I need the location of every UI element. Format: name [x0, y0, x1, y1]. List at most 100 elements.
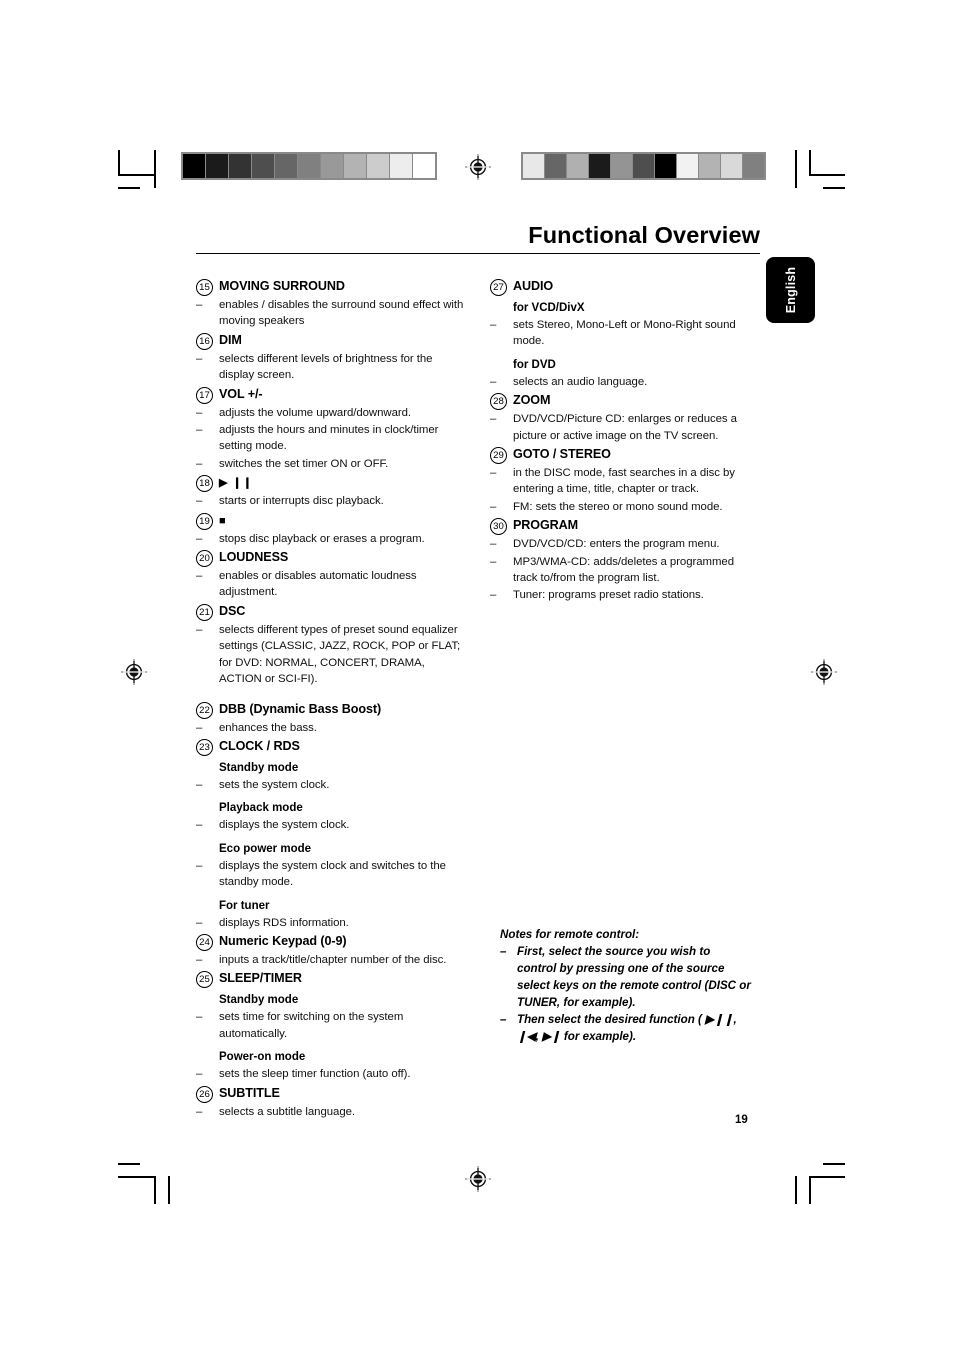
grayscale-swatch — [206, 154, 228, 178]
function-name: AUDIO — [513, 279, 554, 293]
grayscale-swatch — [655, 154, 676, 178]
dash-bullet: – — [196, 1011, 203, 1024]
description-text: sets the system clock. — [219, 778, 330, 791]
function-entry: 30 PROGRAM – DVD/VCD/CD: enters the program… — [490, 517, 760, 604]
description-row: – displays RDS information. — [196, 915, 466, 931]
grayscale-swatch — [344, 154, 366, 178]
description-row: – enables / disables the surround sound e… — [196, 297, 466, 330]
function-entry: 22 DBB (Dynamic Bass Boost) – enhances the … — [196, 701, 466, 736]
right-column: 27 AUDIO for VCD/DivX – sets Stereo, Mono-Le… — [490, 276, 760, 604]
function-entry-header: 23 CLOCK / RDS — [196, 738, 466, 756]
item-number-badge: 19 — [196, 512, 213, 530]
description-row: – DVD/VCD/Picture CD: enlarges or reduces… — [490, 411, 760, 444]
description-row: – adjusts the volume upward/downward. — [196, 405, 466, 421]
notes-title: Notes for remote control: — [500, 928, 640, 941]
description-text: selects an audio language. — [513, 375, 648, 388]
function-name: Numeric Keypad (0-9) — [219, 933, 347, 948]
function-name: GOTO / STEREO — [513, 447, 611, 462]
sub-mode-heading: for VCD/DivX — [513, 302, 585, 314]
grayscale-swatch — [252, 154, 274, 178]
grayscale-swatch — [545, 154, 566, 178]
function-entry: 20 LOUDNESS – enables or disables automatic… — [196, 549, 466, 601]
item-number-badge: 15 — [196, 279, 213, 296]
description-text: displays the system clock and switches t… — [219, 859, 446, 889]
dash-bullet: – — [196, 457, 203, 470]
crop-mark-top-left — [118, 150, 168, 190]
function-entry-header: 26 SUBTITLE — [196, 1085, 466, 1103]
item-number-badge: 24 — [196, 933, 213, 951]
description-text: displays the system clock. — [219, 819, 350, 832]
item-number-badge: 21 — [196, 603, 213, 621]
grayscale-swatch — [321, 154, 343, 178]
description-text: enables or disables automatic loudness a… — [219, 570, 417, 599]
function-entry-header: 29 GOTO / STEREO — [490, 446, 760, 465]
dash-bullet: – — [490, 375, 497, 388]
description-text: enables / disables the surround sound ef… — [219, 299, 464, 328]
function-name: SLEEP/TIMER — [219, 971, 302, 986]
description-text: MP3/WMA-CD: adds/deletes a programmed tr… — [513, 555, 734, 585]
function-entry-header: 30 PROGRAM — [490, 517, 760, 536]
crop-mark-bottom-right — [795, 1163, 845, 1208]
function-entry-header: 16 DIM — [196, 332, 466, 350]
notes-for-remote-control: Notes for remote control: – First, select … — [500, 926, 752, 1045]
dash-bullet: – — [196, 778, 203, 791]
description-row: – sets the system clock. — [196, 777, 466, 793]
grayscale-swatch — [721, 154, 742, 178]
description-row: – Tuner: programs preset radio stations. — [490, 587, 760, 603]
grayscale-swatch — [183, 154, 205, 178]
function-entry: 15 MOVING SURROUND – enables / disables the… — [196, 278, 466, 330]
sub-mode-heading: for DVD — [513, 358, 556, 371]
description-text: sets Stereo, Mono-Left or Mono-Right sou… — [513, 319, 736, 348]
dash-bullet: – — [490, 319, 497, 331]
description-row: – selects a subtitle language. — [196, 1104, 466, 1120]
dash-bullet: – — [196, 532, 203, 545]
function-entry-header: 20 LOUDNESS — [196, 549, 466, 568]
function-entry-header: 24 Numeric Keypad (0-9) — [196, 933, 466, 951]
function-entry-header: 19 ■ — [196, 512, 466, 530]
dash-bullet: – — [196, 859, 203, 872]
item-number-badge: 17 — [196, 386, 213, 404]
play-pause-icon: ▶ ❙❙ — [219, 477, 253, 490]
grayscale-swatch — [633, 154, 654, 178]
function-entry: 21 DSC – selects different types of preset … — [196, 603, 466, 688]
function-name: ZOOM — [513, 393, 551, 408]
registration-target-bottom — [465, 1166, 491, 1192]
description-row: – sets time for switching on the system a… — [196, 1009, 466, 1042]
sub-mode-heading: Power-on mode — [219, 1051, 306, 1064]
function-name: DSC — [219, 603, 246, 618]
description-row: – selects different levels of brightness … — [196, 351, 466, 384]
grayscale-wedge-left — [181, 152, 437, 180]
function-entry: 19 ■ – stops disc playback or erases a prog… — [196, 512, 466, 547]
dash-bullet: – — [490, 500, 497, 513]
function-name: CLOCK / RDS — [219, 738, 300, 753]
description-row: – sets Stereo, Mono-Left or Mono-Right so… — [490, 317, 760, 350]
function-name: SUBTITLE — [219, 1085, 280, 1100]
description-text: inputs a track/title/chapter number of t… — [219, 953, 447, 966]
grayscale-swatch — [699, 154, 720, 178]
function-entry-header: 18 ▶ ❙❙ — [196, 474, 466, 493]
function-entry-header: 15 MOVING SURROUND — [196, 278, 466, 296]
description-text: selects different types of preset sound … — [219, 623, 461, 686]
sub-mode-heading: Standby mode — [219, 761, 299, 774]
sub-mode-heading: Playback mode — [219, 802, 303, 815]
dash-bullet: – — [196, 495, 203, 508]
description-text: adjusts the volume upward/downward. — [219, 406, 411, 419]
function-entry-header: 27 AUDIO — [490, 278, 760, 296]
function-name: DBB (Dynamic Bass Boost) — [219, 701, 382, 716]
item-number-badge: 20 — [196, 550, 213, 568]
dash-bullet: – — [196, 916, 203, 929]
registration-target-left — [121, 659, 147, 685]
description-row: – adjusts the hours and minutes in clock/… — [196, 422, 466, 455]
item-number-badge: 18 — [196, 475, 213, 493]
description-row: – displays the system clock. — [196, 817, 466, 833]
grayscale-swatch — [298, 154, 320, 178]
registration-target-top — [465, 154, 491, 180]
crop-mark-top-right — [795, 150, 845, 190]
description-row: – in the DISC mode, fast searches in a di… — [490, 465, 760, 498]
grayscale-swatch — [523, 154, 544, 178]
function-name: PROGRAM — [513, 518, 579, 533]
dash-bullet: – — [500, 945, 507, 958]
description-row: – switches the set timer ON or OFF. — [196, 456, 466, 472]
description-text: selects a subtitle language. — [219, 1105, 356, 1118]
